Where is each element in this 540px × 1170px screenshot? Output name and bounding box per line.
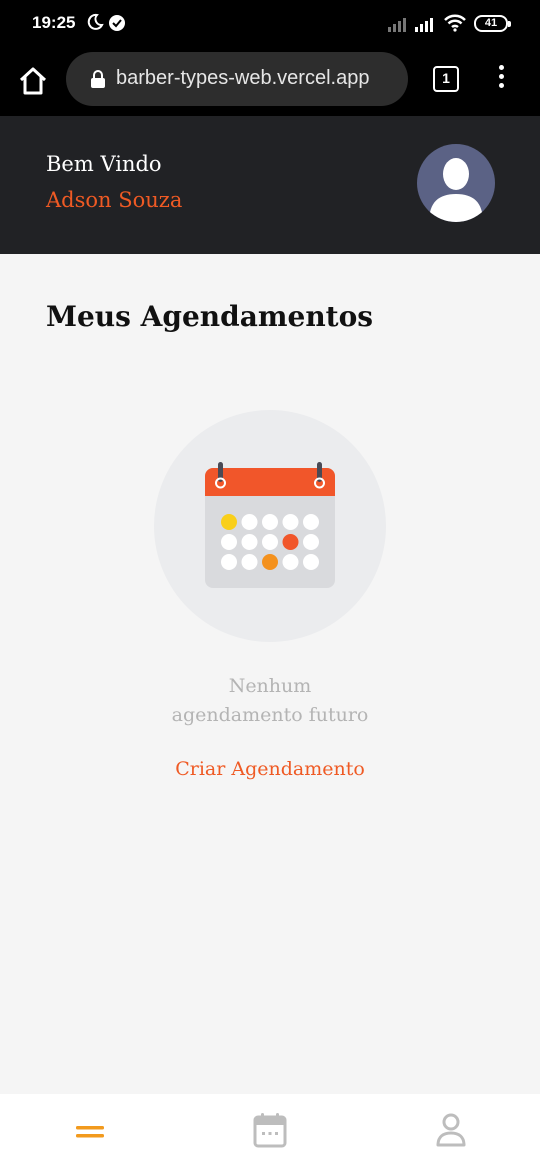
signal-icon [415, 18, 433, 32]
user-name[interactable]: Adson Souza [46, 188, 182, 212]
browser-toolbar: barber-types-web.vercel.app 1 [0, 48, 540, 116]
wifi-icon [444, 14, 466, 32]
battery-icon: 41 [474, 15, 511, 32]
greeting-text: Bem Vindo [46, 152, 162, 176]
user-avatar-icon [429, 158, 483, 222]
menu-dots-icon[interactable] [493, 65, 509, 93]
calendar-icon [205, 462, 335, 588]
empty-state-line1: Nenhum [228, 675, 312, 697]
empty-state-illustration [154, 410, 386, 642]
tabs-icon[interactable]: 1 [433, 66, 459, 92]
home-icon[interactable] [16, 64, 50, 98]
status-time: 19:25 [32, 13, 76, 32]
user-icon[interactable] [435, 1112, 467, 1148]
address-bar[interactable]: barber-types-web.vercel.app [66, 52, 408, 106]
bottom-nav [0, 1094, 540, 1170]
check-circle-icon [109, 15, 125, 31]
avatar[interactable] [417, 144, 495, 222]
page-title: Meus Agendamentos [46, 300, 374, 333]
status-bar: 19:25 41 [0, 0, 540, 48]
create-appointment-link[interactable]: Criar Agendamento [120, 758, 420, 780]
signal-icon [388, 18, 406, 32]
empty-state-line2: agendamento futuro [171, 704, 369, 726]
app-header: Bem Vindo Adson Souza [0, 116, 540, 254]
lock-icon [91, 70, 105, 88]
menu-bars-icon[interactable] [72, 1116, 108, 1146]
empty-state-message: Nenhum agendamento futuro [120, 672, 420, 730]
moon-icon [87, 13, 104, 30]
url-text[interactable]: barber-types-web.vercel.app [116, 67, 406, 90]
calendar-icon[interactable] [253, 1112, 287, 1148]
